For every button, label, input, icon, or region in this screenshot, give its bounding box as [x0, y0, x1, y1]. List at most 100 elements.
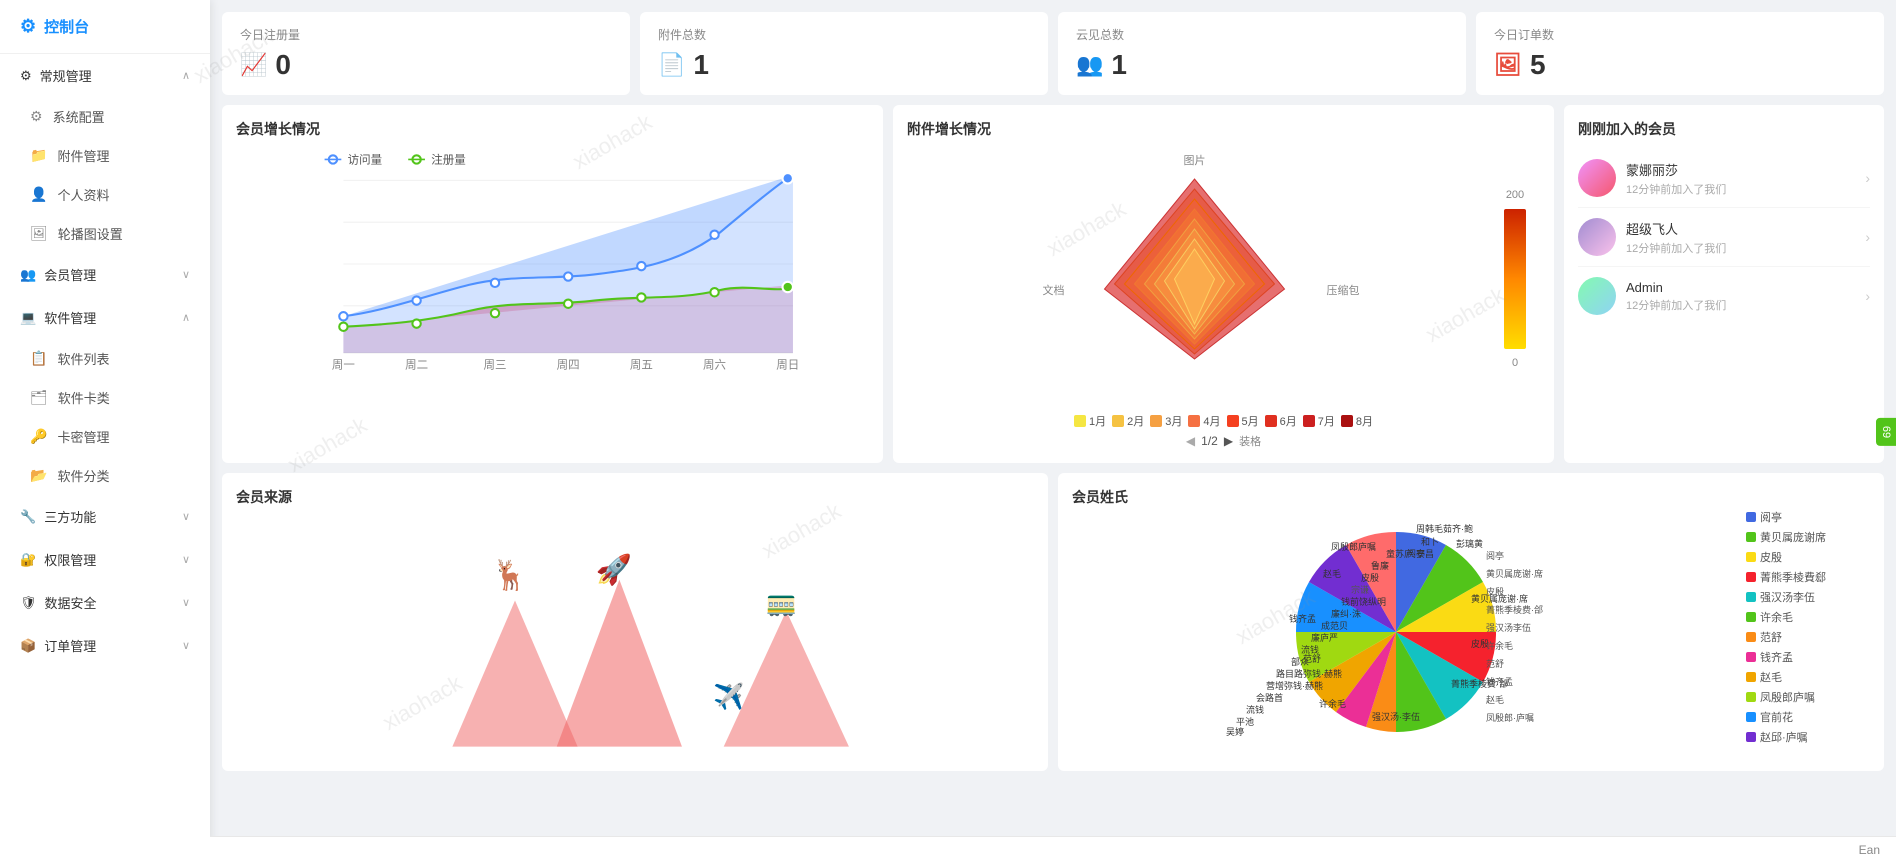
third-party-icon: 🔧	[20, 509, 36, 525]
legend-color-8	[1746, 652, 1756, 662]
legend-color-1	[1746, 512, 1756, 522]
avatar-2	[1578, 218, 1616, 256]
surname-legend: 阅亭 黄贝属庞谢席 皮殷 菁熊季棱費郄	[1740, 517, 1870, 737]
key-icon: 🔑	[30, 428, 47, 445]
member-surname-card: 会员姓氏	[1058, 473, 1884, 771]
sidebar-group-third-party[interactable]: 🔧 三方功能 ∨	[0, 495, 210, 538]
dot-2	[1112, 415, 1124, 427]
svg-text:范舒: 范舒	[1486, 658, 1504, 669]
member-growth-card: 会员增长情况 访问量 注册量	[222, 105, 883, 463]
stat-title-cloud: 云见总数	[1076, 26, 1448, 43]
sidebar-group-permission[interactable]: 🔐 权限管理 ∨	[0, 538, 210, 581]
stat-title-order: 今日订单数	[1494, 26, 1866, 43]
svg-text:皮殷: 皮殷	[1486, 586, 1504, 597]
legend-item-2: 黄贝属庞谢席	[1746, 529, 1870, 545]
chevron-icon-5: ∨	[182, 553, 190, 566]
sidebar-group-software-mgmt[interactable]: 💻 软件管理 ∧	[0, 296, 210, 339]
sidebar-logo[interactable]: ⚙ 控制台	[0, 0, 210, 54]
member-item-2[interactable]: 超级飞人 12分钟前加入了我们 ›	[1578, 208, 1870, 267]
sidebar-item-card-key[interactable]: 🔑 卡密管理	[0, 417, 210, 456]
sidebar-group-normal-mgmt[interactable]: ⚙ 常规管理 ∧	[0, 54, 210, 97]
member-item-3[interactable]: Admin 12分钟前加入了我们 ›	[1578, 267, 1870, 325]
svg-text:宗谦: 宗谦	[1351, 584, 1369, 595]
svg-text:皮殷: 皮殷	[1361, 572, 1379, 583]
sidebar-group-order-mgmt[interactable]: 📦 订单管理 ∨	[0, 624, 210, 667]
legend-item-6: 许余毛	[1746, 609, 1870, 625]
sidebar-group-data-security[interactable]: 🛡 数据安全 ∨	[0, 581, 210, 624]
member-time-2: 12分钟前加入了我们	[1626, 240, 1855, 256]
radar-svg: 图片 文档 压缩包	[907, 149, 1482, 409]
legend-month-2: 2月	[1112, 413, 1144, 429]
member-chevron-2: ›	[1865, 229, 1870, 245]
page-label: 装格	[1239, 433, 1261, 449]
category-icon: 📂	[30, 467, 47, 484]
source-svg: 🦌 🚀 ✈️ 🚃	[236, 517, 1034, 757]
chevron-icon-2: ∨	[182, 268, 190, 281]
sidebar-item-banner[interactable]: 🖼 轮播图设置	[0, 214, 210, 253]
gear-icon: ⚙	[20, 68, 32, 84]
legend-color-6	[1746, 612, 1756, 622]
legend-item-5: 强汉汤李伍	[1746, 589, 1870, 605]
sidebar-item-software-list[interactable]: 📋 软件列表	[0, 339, 210, 378]
svg-text:赵毛: 赵毛	[1323, 568, 1341, 579]
members-icon: 👥	[20, 267, 36, 283]
legend-month-5: 5月	[1227, 413, 1259, 429]
sidebar-item-attachment[interactable]: 📁 附件管理	[0, 136, 210, 175]
prev-page-btn[interactable]: ◀	[1186, 434, 1195, 448]
sidebar-group-member-mgmt[interactable]: 👥 会员管理 ∨	[0, 253, 210, 296]
sidebar-item-software-category[interactable]: 📂 软件分类	[0, 456, 210, 495]
legend-item-7: 范舒	[1746, 629, 1870, 645]
next-page-btn[interactable]: ▶	[1224, 434, 1233, 448]
bottom-bar: Ean	[210, 836, 1896, 863]
legend-color-3	[1746, 552, 1756, 562]
chevron-icon-4: ∨	[182, 510, 190, 523]
member-source-card: 会员来源 🦌 🚀 ✈️ 🚃	[222, 473, 1048, 771]
legend-month-6: 6月	[1265, 413, 1297, 429]
svg-text:周韩毛茹齐·鲍: 周韩毛茹齐·鲍	[1416, 523, 1473, 534]
svg-text:周五: 周五	[630, 359, 653, 372]
chevron-icon: ∧	[182, 69, 190, 82]
stat-card-register: 今日注册量 📈 0	[222, 12, 630, 95]
member-time-1: 12分钟前加入了我们	[1626, 181, 1855, 197]
svg-text:赵毛: 赵毛	[1486, 694, 1504, 705]
svg-text:周一: 周一	[332, 359, 355, 372]
member-time-3: 12分钟前加入了我们	[1626, 297, 1855, 313]
charts-row: 会员增长情况 访问量 注册量	[222, 105, 1884, 463]
svg-text:🚀: 🚀	[596, 553, 632, 587]
svg-text:✈️: ✈️	[713, 681, 744, 711]
legend-item-3: 皮殷	[1746, 549, 1870, 565]
sidebar-item-software-card[interactable]: 🗂 软件卡类	[0, 378, 210, 417]
svg-text:访问量: 访问量	[348, 154, 383, 167]
growth-svg: 访问量 注册量	[236, 149, 869, 379]
doc-icon: 📄	[658, 52, 685, 78]
order-icon: 📦	[20, 638, 36, 654]
legend-item-11: 官前花	[1746, 709, 1870, 725]
member-item-1[interactable]: 蒙娜丽莎 12分钟前加入了我们 ›	[1578, 149, 1870, 208]
svg-text:钱前饶纵明: 钱前饶纵明	[1341, 596, 1386, 607]
svg-text:营增弥钱·赫熊: 营增弥钱·赫熊	[1266, 680, 1323, 691]
bottom-bar-text: Ean	[1859, 843, 1880, 857]
stat-value-attachment: 📄 1	[658, 49, 1030, 81]
folder-icon: 📁	[30, 147, 47, 164]
stat-value-order: 🖼 5	[1494, 49, 1866, 81]
svg-text:菁熊季棱费·郃: 菁熊季棱费·郃	[1486, 604, 1543, 615]
avatar-1	[1578, 159, 1616, 197]
right-panel-tab[interactable]: 69	[1876, 417, 1896, 445]
sidebar-item-system-config[interactable]: ⚙ 系统配置	[0, 97, 210, 136]
chevron-icon-6: ∨	[182, 596, 190, 609]
sidebar-item-profile[interactable]: 👤 个人资料	[0, 175, 210, 214]
legend-month-7: 7月	[1303, 413, 1335, 429]
logo-text: 控制台	[44, 16, 89, 37]
member-surname-title: 会员姓氏	[1072, 487, 1870, 507]
svg-text:注册量: 注册量	[431, 153, 466, 167]
dot-4	[1188, 415, 1200, 427]
svg-text:凤殷郎庐嘱: 凤殷郎庐嘱	[1331, 541, 1376, 552]
sidebar-menu: ⚙ 常规管理 ∧ ⚙ 系统配置 📁 附件管理 👤 个人资料 🖼 轮播图设置 👥 …	[0, 54, 210, 863]
svg-text:许余毛: 许余毛	[1319, 698, 1346, 709]
svg-text:鲁廉: 鲁廉	[1371, 560, 1389, 571]
legend-item-1: 阅亭	[1746, 509, 1870, 525]
member-chevron-3: ›	[1865, 288, 1870, 304]
dot-5	[1227, 415, 1239, 427]
list-icon: 📋	[30, 350, 47, 367]
legend-item-8: 钱齐孟	[1746, 649, 1870, 665]
